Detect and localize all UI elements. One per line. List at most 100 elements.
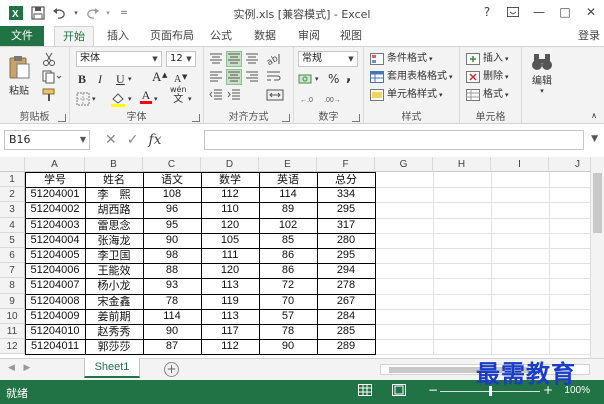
column-header[interactable]: H xyxy=(433,157,491,172)
data-cell[interactable]: 90 xyxy=(259,339,317,354)
name-box[interactable]: B16 ▼ xyxy=(4,130,90,150)
header-cell[interactable]: 总分 xyxy=(317,172,375,187)
data-cell[interactable]: 278 xyxy=(317,278,375,293)
decrease-indent-icon[interactable] xyxy=(208,87,224,103)
data-cell[interactable]: 295 xyxy=(317,248,375,263)
data-cell[interactable]: 285 xyxy=(317,324,375,339)
column-header[interactable]: E xyxy=(259,157,317,172)
font-launcher-icon[interactable] xyxy=(192,114,200,122)
row-header[interactable]: 3 xyxy=(0,202,25,218)
data-cell[interactable]: 102 xyxy=(259,218,317,233)
sheet-tab-sheet1[interactable]: Sheet1 xyxy=(84,358,140,378)
increase-decimal-icon[interactable]: ←.0 xyxy=(300,91,320,107)
format-painter-icon[interactable] xyxy=(40,87,58,103)
header-cell[interactable]: 英语 xyxy=(259,172,317,187)
row-header[interactable]: 7 xyxy=(0,263,25,279)
cell-styles-button[interactable]: 单元格样式 ▾ xyxy=(370,87,443,103)
data-cell[interactable]: 111 xyxy=(201,248,259,263)
data-cell[interactable]: 张海龙 xyxy=(85,233,143,248)
vertical-scrollbar[interactable] xyxy=(590,157,604,358)
borders-icon[interactable] xyxy=(76,91,90,107)
normal-view-icon[interactable] xyxy=(358,384,374,398)
cut-icon[interactable] xyxy=(40,51,58,67)
grow-font-button[interactable]: A xyxy=(152,69,161,85)
header-cell[interactable]: 学号 xyxy=(25,172,85,187)
add-sheet-button[interactable]: + xyxy=(164,362,179,377)
bold-button[interactable]: B xyxy=(78,71,86,87)
data-cell[interactable]: 51204008 xyxy=(25,294,85,309)
row-header[interactable]: 11 xyxy=(0,324,25,340)
data-cell[interactable]: 78 xyxy=(143,294,201,309)
data-cell[interactable]: 雷思念 xyxy=(85,218,143,233)
row-header[interactable]: 2 xyxy=(0,187,25,203)
column-header[interactable]: D xyxy=(201,157,259,172)
editing-button[interactable]: 编辑 ▾ xyxy=(528,51,556,95)
number-launcher-icon[interactable] xyxy=(352,114,360,122)
data-cell[interactable]: 72 xyxy=(259,278,317,293)
percent-style-button[interactable]: % xyxy=(328,71,339,87)
header-cell[interactable]: 数学 xyxy=(201,172,259,187)
data-cell[interactable]: 78 xyxy=(259,324,317,339)
data-cell[interactable]: 85 xyxy=(259,233,317,248)
data-cell[interactable]: 280 xyxy=(317,233,375,248)
page-layout-view-icon[interactable] xyxy=(392,384,408,398)
data-cell[interactable]: 95 xyxy=(143,218,201,233)
row-header[interactable]: 10 xyxy=(0,308,25,324)
font-name-combo[interactable]: 宋体 ▼ xyxy=(76,51,162,67)
data-cell[interactable]: 112 xyxy=(201,339,259,354)
row-header[interactable]: 8 xyxy=(0,278,25,294)
font-size-combo[interactable]: 12 ▼ xyxy=(166,51,196,67)
merge-center-icon[interactable] xyxy=(264,87,286,103)
data-cell[interactable]: 120 xyxy=(201,263,259,278)
data-cell[interactable]: 96 xyxy=(143,202,201,217)
accounting-format-icon[interactable] xyxy=(298,71,314,87)
close-button[interactable]: ✕ xyxy=(578,0,604,24)
tab-home[interactable]: 开始 xyxy=(54,26,94,47)
sheet-nav-arrows-icon[interactable]: ◀ ▶ xyxy=(8,363,30,373)
expand-formula-bar-icon[interactable]: ▼ xyxy=(591,134,598,144)
data-cell[interactable]: 93 xyxy=(143,278,201,293)
row-header[interactable]: 5 xyxy=(0,232,25,248)
increase-indent-icon[interactable] xyxy=(226,87,242,103)
data-cell[interactable]: 51204003 xyxy=(25,218,85,233)
tab-formulas[interactable]: 公式 xyxy=(204,26,238,46)
data-cell[interactable]: 114 xyxy=(143,309,201,324)
tab-view[interactable]: 视图 xyxy=(334,26,368,46)
collapse-ribbon-icon[interactable]: ∧ xyxy=(588,109,600,121)
header-cell[interactable]: 姓名 xyxy=(85,172,143,187)
align-middle-icon[interactable] xyxy=(226,51,242,67)
data-cell[interactable]: 90 xyxy=(143,233,201,248)
format-as-table-button[interactable]: 套用表格格式 ▾ xyxy=(370,69,453,85)
tab-file[interactable]: 文件 xyxy=(0,26,44,46)
insert-cells-button[interactable]: 插入 ▾ xyxy=(466,51,509,67)
ribbon-display-options-button[interactable] xyxy=(500,0,526,24)
row-header[interactable]: 12 xyxy=(0,339,25,355)
delete-cells-button[interactable]: 删除 ▾ xyxy=(466,69,509,85)
data-cell[interactable]: 119 xyxy=(201,294,259,309)
data-cell[interactable]: 70 xyxy=(259,294,317,309)
data-cell[interactable]: 51204009 xyxy=(25,309,85,324)
paste-button[interactable]: 粘贴 xyxy=(6,53,32,97)
data-cell[interactable]: 51204001 xyxy=(25,187,85,202)
insert-function-icon[interactable]: fx xyxy=(148,132,161,148)
column-header[interactable]: G xyxy=(375,157,433,172)
data-cell[interactable]: 113 xyxy=(201,309,259,324)
align-center-icon[interactable] xyxy=(226,69,242,85)
data-cell[interactable]: 宋金鑫 xyxy=(85,294,143,309)
data-cell[interactable]: 李 熙 xyxy=(85,187,143,202)
fill-color-icon[interactable] xyxy=(110,91,126,107)
italic-button[interactable]: I xyxy=(98,71,102,87)
column-header[interactable]: I xyxy=(491,157,549,172)
data-cell[interactable]: 胡西路 xyxy=(85,202,143,217)
alignment-launcher-icon[interactable] xyxy=(282,114,290,122)
data-cell[interactable]: 赵秀秀 xyxy=(85,324,143,339)
minimize-button[interactable]: — xyxy=(526,0,552,24)
underline-button[interactable]: U xyxy=(116,71,125,87)
row-header[interactable]: 4 xyxy=(0,217,25,233)
help-button[interactable]: ? xyxy=(474,0,500,24)
data-cell[interactable]: 86 xyxy=(259,248,317,263)
data-cell[interactable]: 113 xyxy=(201,278,259,293)
phonetic-dropdown-icon[interactable]: ▾ xyxy=(188,91,192,107)
format-cells-button[interactable]: 格式 ▾ xyxy=(466,87,509,103)
data-cell[interactable]: 284 xyxy=(317,309,375,324)
